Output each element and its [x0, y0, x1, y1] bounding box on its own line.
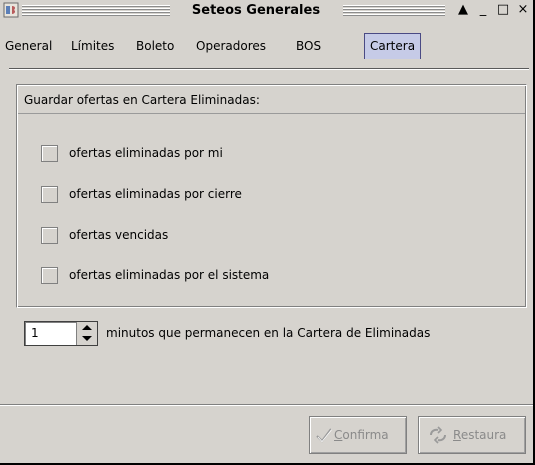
tab-divider-highlight	[9, 69, 529, 70]
maximize-icon[interactable]: □	[496, 2, 510, 18]
restore-label: Restaura	[453, 428, 506, 442]
title-stripes-left	[22, 5, 170, 16]
checkbox-label[interactable]: ofertas vencidas	[69, 228, 168, 242]
spinner-down-icon[interactable]	[77, 333, 97, 344]
restore-label-rest: estaura	[460, 428, 507, 442]
tab-strip: General Límites Boleto Operadores BOS Ca…	[0, 33, 533, 60]
minimize-icon[interactable]: _	[476, 2, 490, 18]
checkbox-vencidas[interactable]	[41, 227, 58, 244]
minutes-spinner[interactable]: 1	[24, 321, 98, 346]
bottom-separator-highlight	[0, 405, 533, 406]
checkbox-label[interactable]: ofertas eliminadas por cierre	[69, 187, 242, 201]
window-title: Seteos Generales	[191, 3, 321, 18]
restore-mnemonic: R	[453, 428, 461, 442]
confirm-button[interactable]: Confirma	[309, 416, 407, 454]
title-stripes-right	[343, 5, 445, 16]
minutes-label: minutos que permanecen en la Cartera de …	[106, 326, 431, 340]
title-bar[interactable]: Seteos Generales ▲ _ □ ×	[0, 0, 533, 22]
tab-limites[interactable]: Límites	[66, 34, 119, 58]
confirm-label-rest: onfirma	[342, 428, 389, 442]
checkbox-eliminadas-por-sistema[interactable]	[41, 267, 58, 284]
collapse-icon[interactable]: ▲	[456, 2, 470, 18]
tab-boleto[interactable]: Boleto	[131, 34, 179, 58]
checkbox-eliminadas-por-mi[interactable]	[41, 145, 58, 162]
minutes-value[interactable]: 1	[31, 326, 39, 340]
close-icon[interactable]: ×	[516, 2, 530, 18]
tab-general[interactable]: General	[0, 34, 57, 58]
spinner-buttons	[76, 322, 97, 345]
tab-operadores[interactable]: Operadores	[191, 34, 271, 58]
checkmark-icon	[316, 428, 332, 443]
tab-bos[interactable]: BOS	[291, 34, 326, 58]
checkbox-label[interactable]: ofertas eliminadas por el sistema	[69, 268, 269, 282]
spinner-up-icon[interactable]	[77, 322, 97, 333]
group-title: Guardar ofertas en Cartera Eliminadas:	[24, 93, 260, 107]
app-icon[interactable]	[3, 2, 19, 18]
tab-cartera[interactable]: Cartera	[364, 33, 422, 59]
checkbox-label[interactable]: ofertas eliminadas por mi	[69, 146, 223, 160]
confirm-label: Confirma	[334, 428, 389, 442]
checkbox-eliminadas-por-cierre[interactable]	[41, 186, 58, 203]
settings-window: Seteos Generales ▲ _ □ × General Límites…	[0, 0, 535, 465]
restore-arrows-icon	[430, 426, 446, 444]
cartera-group-panel: Guardar ofertas en Cartera Eliminadas: o…	[16, 84, 527, 308]
restore-button[interactable]: Restaura	[418, 416, 526, 454]
group-header: Guardar ofertas en Cartera Eliminadas:	[18, 86, 525, 114]
